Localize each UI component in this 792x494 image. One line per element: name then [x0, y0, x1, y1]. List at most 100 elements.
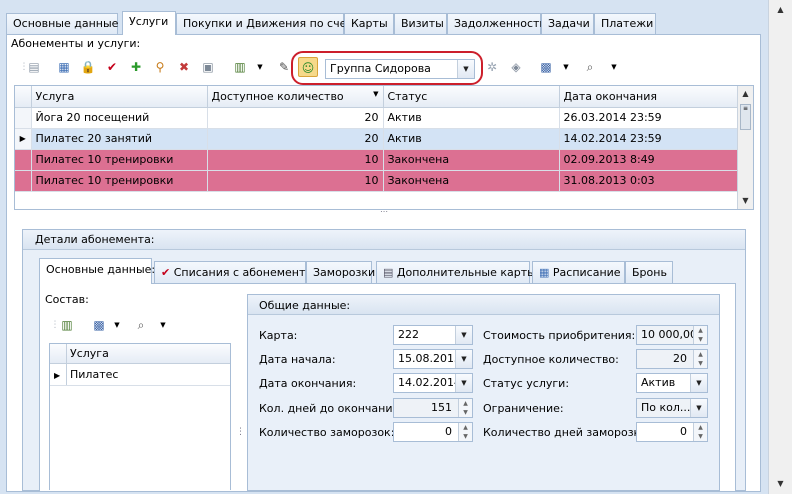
user-add-icon[interactable]: ⚲ [150, 57, 170, 77]
tab-tasks[interactable]: Задачи [541, 13, 594, 34]
col-header-service[interactable]: Услуга [31, 86, 208, 108]
tab-schedule[interactable]: ▦ Расписание [532, 261, 625, 284]
cell-service[interactable]: Пилатес 20 занятий [31, 128, 208, 150]
card-label: Карта: [259, 329, 298, 342]
card-select[interactable]: 222 ▼ [393, 325, 473, 345]
export-icon[interactable]: ▥ [230, 57, 250, 77]
end-date-picker[interactable]: 14.02.2014 ▼ [393, 373, 473, 393]
chevron-down-icon[interactable]: ▼ [455, 326, 472, 344]
row-indicator [15, 170, 32, 192]
composition-divider [66, 344, 67, 386]
tab-services[interactable]: Услуги [122, 11, 176, 35]
col-header-end-date[interactable]: Дата окончания [559, 86, 738, 108]
search-icon[interactable]: ⌕ [131, 315, 151, 335]
scroll-thumb[interactable]: ≡ [740, 104, 751, 130]
spin-arrows-icon[interactable]: ▲ ▼ [693, 423, 707, 441]
save-icon[interactable]: ▩ [536, 57, 556, 77]
scroll-up-icon[interactable]: ▲ [738, 86, 753, 102]
save-icon[interactable]: ▩ [89, 315, 109, 335]
lock-icon[interactable]: 🔒 [78, 57, 98, 77]
cell-status[interactable]: Актив [383, 128, 560, 150]
scroll-down-icon[interactable]: ▼ [769, 476, 792, 492]
search-icon[interactable]: ⌕ [580, 57, 600, 77]
card-icon: ▤ [383, 266, 394, 279]
cell-end-date[interactable]: 26.03.2014 23:59 [559, 107, 738, 129]
user-remove-icon[interactable]: ✖ [174, 57, 194, 77]
tab-cards[interactable]: Карты [344, 13, 394, 34]
col-header-status[interactable]: Статус [383, 86, 560, 108]
more-dropdown-icon[interactable]: ▼ [604, 57, 624, 77]
cell-status[interactable]: Закончена [383, 170, 560, 192]
tab-visits[interactable]: Визиты [394, 13, 447, 34]
card-value: 222 [398, 328, 419, 341]
export-icon[interactable]: ▥ [57, 315, 77, 335]
tab-extra-cards-label: Дополнительные карты [396, 266, 536, 279]
details-title: Детали абонемента: [35, 233, 155, 246]
splitter-grip-icon[interactable]: ⋯ [376, 208, 392, 217]
table-row[interactable]: Йога 20 посещений 20 Актив 26.03.2014 23… [15, 107, 738, 129]
tab-extra-cards[interactable]: ▤ Дополнительные карты [376, 261, 536, 284]
scroll-up-icon[interactable]: ▲ [769, 2, 792, 18]
chevron-down-icon: ▼ [690, 399, 707, 417]
available-value: 20 [673, 352, 687, 365]
tab-freezes[interactable]: Заморозки [306, 261, 375, 284]
cell-end-date[interactable]: 02.09.2013 8:49 [559, 149, 738, 171]
freeze-days-label: Количество дней заморозки: [483, 426, 652, 439]
save-dropdown-icon[interactable]: ▼ [107, 315, 127, 335]
chevron-down-icon[interactable]: ▼ [455, 350, 472, 368]
refresh-icon[interactable]: ✲ [482, 57, 502, 77]
grid-scrollbar[interactable]: ▲ ≡ ▼ [737, 86, 753, 209]
limit-select: По кол... ▼ [636, 398, 708, 418]
delete-doc-icon[interactable]: ▣ [198, 57, 218, 77]
chevron-down-icon[interactable]: ▼ [455, 374, 472, 392]
cell-status[interactable]: Закончена [383, 149, 560, 171]
table-row[interactable]: ▶ Пилатес 20 занятий 20 Актив 14.02.2014… [15, 128, 738, 150]
checkmark-icon[interactable]: ✔ [102, 57, 122, 77]
tab-basic-data[interactable]: Основные данные: [39, 258, 155, 284]
page-scrollbar[interactable]: ▲ ▼ [768, 0, 792, 494]
status-select[interactable]: Актив ▼ [636, 373, 708, 393]
cell-available[interactable]: 20 [207, 107, 384, 129]
save-dropdown-icon[interactable]: ▼ [556, 57, 576, 77]
spin-arrows-icon[interactable]: ▲ ▼ [458, 423, 472, 441]
tab-writeoffs[interactable]: ✔ Списания с абонемента [154, 261, 312, 284]
chevron-down-icon[interactable]: ▼ [690, 374, 707, 392]
table-row[interactable]: Пилатес 10 тренировки 10 Закончена 31.08… [15, 170, 738, 192]
scroll-down-icon[interactable]: ▼ [738, 193, 753, 209]
cell-service[interactable]: Пилатес 10 тренировки [31, 149, 208, 171]
tab-main-data[interactable]: Основные данные [6, 13, 118, 34]
limit-value: По кол... [641, 401, 691, 414]
table-row[interactable]: Пилатес 10 тренировки 10 Закончена 02.09… [15, 149, 738, 171]
composition-item[interactable]: Пилатес [70, 368, 118, 381]
top-tabbar: Основные данные Услуги Покупки и Движени… [6, 11, 774, 35]
cell-end-date[interactable]: 31.08.2013 0:03 [559, 170, 738, 192]
cell-end-date[interactable]: 14.02.2014 23:59 [559, 128, 738, 150]
cell-available[interactable]: 20 [207, 128, 384, 150]
document-icon[interactable]: ▤ [24, 57, 44, 77]
cell-available[interactable]: 10 [207, 170, 384, 192]
cost-label: Стоимость приобритения: [483, 329, 636, 342]
composition-col-header[interactable]: Услуга [70, 347, 109, 360]
tab-debts[interactable]: Задолженности [447, 13, 547, 34]
tab-booking[interactable]: Бронь [625, 261, 673, 284]
splitter-grip-icon[interactable]: ⋮ [236, 428, 245, 446]
limit-label: Ограничение: [483, 402, 564, 415]
tab-purchases[interactable]: Покупки и Движения по счету [176, 13, 359, 34]
table-icon[interactable]: ▦ [54, 57, 74, 77]
cell-service[interactable]: Йога 20 посещений [31, 107, 208, 129]
freeze-days-field[interactable]: 0 ▲ ▼ [636, 422, 708, 442]
cell-status[interactable]: Актив [383, 107, 560, 129]
grid-header-row: Услуга Доступное количество ▼ Статус Дата… [15, 86, 738, 108]
eraser-icon[interactable]: ◈ [506, 57, 526, 77]
export-dropdown-icon[interactable]: ▼ [250, 57, 270, 77]
spin-arrows-icon: ▲ ▼ [458, 399, 472, 417]
start-date-picker[interactable]: 15.08.2013 ▼ [393, 349, 473, 369]
col-header-available[interactable]: Доступное количество ▼ [207, 86, 384, 108]
freezes-field[interactable]: 0 ▲ ▼ [393, 422, 473, 442]
available-label: Доступное количество: [483, 353, 619, 366]
tab-payments[interactable]: Платежи [594, 13, 656, 34]
cell-available[interactable]: 10 [207, 149, 384, 171]
add-icon[interactable]: ✚ [126, 57, 146, 77]
more-dropdown-icon[interactable]: ▼ [153, 315, 173, 335]
cell-service[interactable]: Пилатес 10 тренировки [31, 170, 208, 192]
